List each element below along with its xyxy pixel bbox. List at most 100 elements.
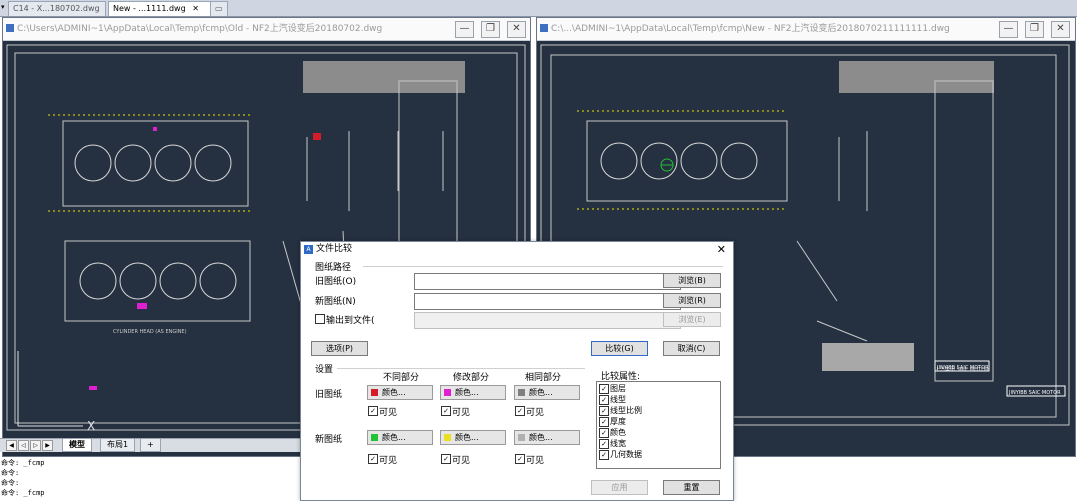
- first-layout-icon[interactable]: ◀: [6, 440, 17, 451]
- row-old-label: 旧图纸: [315, 390, 343, 400]
- new-same-visible-checkbox[interactable]: ✓: [515, 454, 525, 464]
- property-checkbox[interactable]: ✓: [599, 450, 609, 460]
- app-icon: A: [304, 245, 313, 254]
- doc-tab-new[interactable]: New - ...1111.dwg ✕: [108, 1, 212, 16]
- browse-output-button[interactable]: 浏览(E): [663, 312, 721, 327]
- close-tab-icon[interactable]: ✕: [192, 4, 199, 13]
- old-modified-visible-checkbox[interactable]: ✓: [441, 406, 451, 416]
- window-titlebar-new: C:\...\ADMINI~1\AppData\Local\Temp\fcmp\…: [537, 18, 1075, 41]
- visible-label: 可见: [379, 408, 398, 418]
- tab-model[interactable]: 模型: [62, 439, 92, 452]
- doc-tab-new-label: New - ...1111.dwg: [113, 4, 186, 13]
- close-window-button[interactable]: ✕: [1051, 21, 1070, 38]
- doc-tab-old[interactable]: C14 - X...180702.dwg: [8, 1, 106, 16]
- property-label: 线型比例: [610, 406, 642, 415]
- property-label: 厚度: [610, 417, 626, 426]
- browse-old-button[interactable]: 浏览(B): [663, 273, 721, 288]
- new-same-color-button[interactable]: 颜色...: [514, 430, 580, 445]
- cancel-button[interactable]: 取消(C): [663, 341, 720, 356]
- command-line: 命令:: [1, 479, 20, 487]
- tab-add-layout[interactable]: +: [140, 439, 161, 452]
- new-tab-button[interactable]: ▭: [210, 1, 228, 16]
- output-to-file-label: 输出到文件(: [326, 316, 375, 326]
- document-tab-bar: ▾ C14 - X...180702.dwg New - ...1111.dwg…: [0, 0, 1077, 17]
- old-same-visible-checkbox[interactable]: ✓: [515, 406, 525, 416]
- old-drawing-label: 旧图纸(O): [315, 277, 357, 287]
- new-drawing-input[interactable]: [414, 293, 681, 310]
- color-button-label: 颜色...: [455, 388, 479, 397]
- property-label: 线型: [610, 395, 626, 404]
- file-compare-dialog: A 文件比较 ✕ 图纸路径 旧图纸(O) 浏览(B) 新图纸(N) 浏览(R) …: [300, 241, 734, 501]
- paths-group-divider: [363, 266, 723, 267]
- prev-layout-icon[interactable]: ◁: [18, 440, 29, 451]
- window-title-old: C:\Users\ADMINI~1\AppData\Local\Temp\fcm…: [17, 24, 383, 34]
- restore-button[interactable]: ❐: [1025, 21, 1044, 38]
- drawing-caption-old: CYLINDER HEAD (AS ENGINE): [113, 329, 187, 335]
- new-modified-color-button[interactable]: 颜色...: [440, 430, 506, 445]
- visible-label: 可见: [526, 408, 545, 418]
- column-modified: 修改部分: [453, 373, 490, 383]
- output-to-file-checkbox[interactable]: [315, 314, 325, 324]
- title-block-right-2: JINYIBB SAIC MOTOR: [1008, 390, 1061, 396]
- drawing-file-icon: [6, 24, 14, 32]
- visible-label: 可见: [526, 456, 545, 466]
- visible-label: 可见: [379, 456, 398, 466]
- apply-button[interactable]: 应用: [591, 480, 648, 495]
- color-swatch: [371, 434, 378, 441]
- close-window-button[interactable]: ✕: [507, 21, 526, 38]
- paths-group-label: 图纸路径: [315, 263, 352, 273]
- dialog-close-button[interactable]: ✕: [717, 242, 726, 257]
- visible-label: 可见: [452, 408, 471, 418]
- command-line: 命令: _fcmp: [1, 489, 45, 497]
- color-swatch: [518, 434, 525, 441]
- compare-button[interactable]: 比较(G): [591, 341, 648, 356]
- property-checkbox[interactable]: ✓: [599, 395, 609, 405]
- compare-properties-list[interactable]: ✓ 图层 ✓ 线型 ✓ 线型比例 ✓ 厚度 ✓ 颜色 ✓ 线宽 ✓ 几何数据: [596, 381, 721, 469]
- new-drawing-label: 新图纸(N): [315, 297, 356, 307]
- dialog-titlebar: A 文件比较 ✕: [301, 242, 733, 257]
- color-swatch: [518, 389, 525, 396]
- column-same: 相同部分: [525, 373, 562, 383]
- property-label: 颜色: [610, 428, 626, 437]
- new-different-visible-checkbox[interactable]: ✓: [368, 454, 378, 464]
- drawing-file-icon: [540, 24, 548, 32]
- tab-layout1[interactable]: 布局1: [100, 439, 136, 452]
- property-label: 线宽: [610, 439, 626, 448]
- window-titlebar-old: C:\Users\ADMINI~1\AppData\Local\Temp\fcm…: [3, 18, 530, 41]
- color-swatch: [444, 389, 451, 396]
- visible-label: 可见: [452, 456, 471, 466]
- command-history: 命令: _fcmp 命令: 命令: 命令: _fcmp: [0, 458, 301, 501]
- reset-button[interactable]: 重置: [663, 480, 720, 495]
- property-checkbox[interactable]: ✓: [599, 406, 609, 416]
- new-different-color-button[interactable]: 颜色...: [367, 430, 433, 445]
- property-label: 几何数据: [610, 450, 642, 459]
- minimize-button[interactable]: —: [455, 21, 474, 38]
- property-checkbox[interactable]: ✓: [599, 384, 609, 394]
- old-same-color-button[interactable]: 颜色...: [514, 385, 580, 400]
- old-modified-color-button[interactable]: 颜色...: [440, 385, 506, 400]
- output-file-input[interactable]: [414, 312, 681, 329]
- new-modified-visible-checkbox[interactable]: ✓: [441, 454, 451, 464]
- restore-button[interactable]: ❐: [481, 21, 500, 38]
- old-different-color-button[interactable]: 颜色...: [367, 385, 433, 400]
- minimize-button[interactable]: —: [999, 21, 1018, 38]
- property-checkbox[interactable]: ✓: [599, 428, 609, 438]
- last-layout-icon[interactable]: ▶: [42, 440, 53, 451]
- options-button[interactable]: 选项(P): [311, 341, 368, 356]
- color-button-label: 颜色...: [382, 388, 406, 397]
- row-new-label: 新图纸: [315, 435, 343, 445]
- tab-menu-icon[interactable]: ▾: [1, 3, 5, 11]
- property-label: 图层: [610, 384, 626, 393]
- old-drawing-input[interactable]: [414, 273, 681, 290]
- property-checkbox[interactable]: ✓: [599, 417, 609, 427]
- dialog-title: 文件比较: [316, 244, 353, 254]
- old-different-visible-checkbox[interactable]: ✓: [368, 406, 378, 416]
- settings-group-label: 设置: [315, 365, 334, 375]
- color-button-label: 颜色...: [382, 433, 406, 442]
- color-button-label: 颜色...: [529, 433, 553, 442]
- property-checkbox[interactable]: ✓: [599, 439, 609, 449]
- title-block-right-1: JINYIBB SAIC MOTOR: [936, 365, 989, 371]
- next-layout-icon[interactable]: ▷: [30, 440, 41, 451]
- browse-new-button[interactable]: 浏览(R): [663, 293, 721, 308]
- column-different: 不同部分: [383, 373, 420, 383]
